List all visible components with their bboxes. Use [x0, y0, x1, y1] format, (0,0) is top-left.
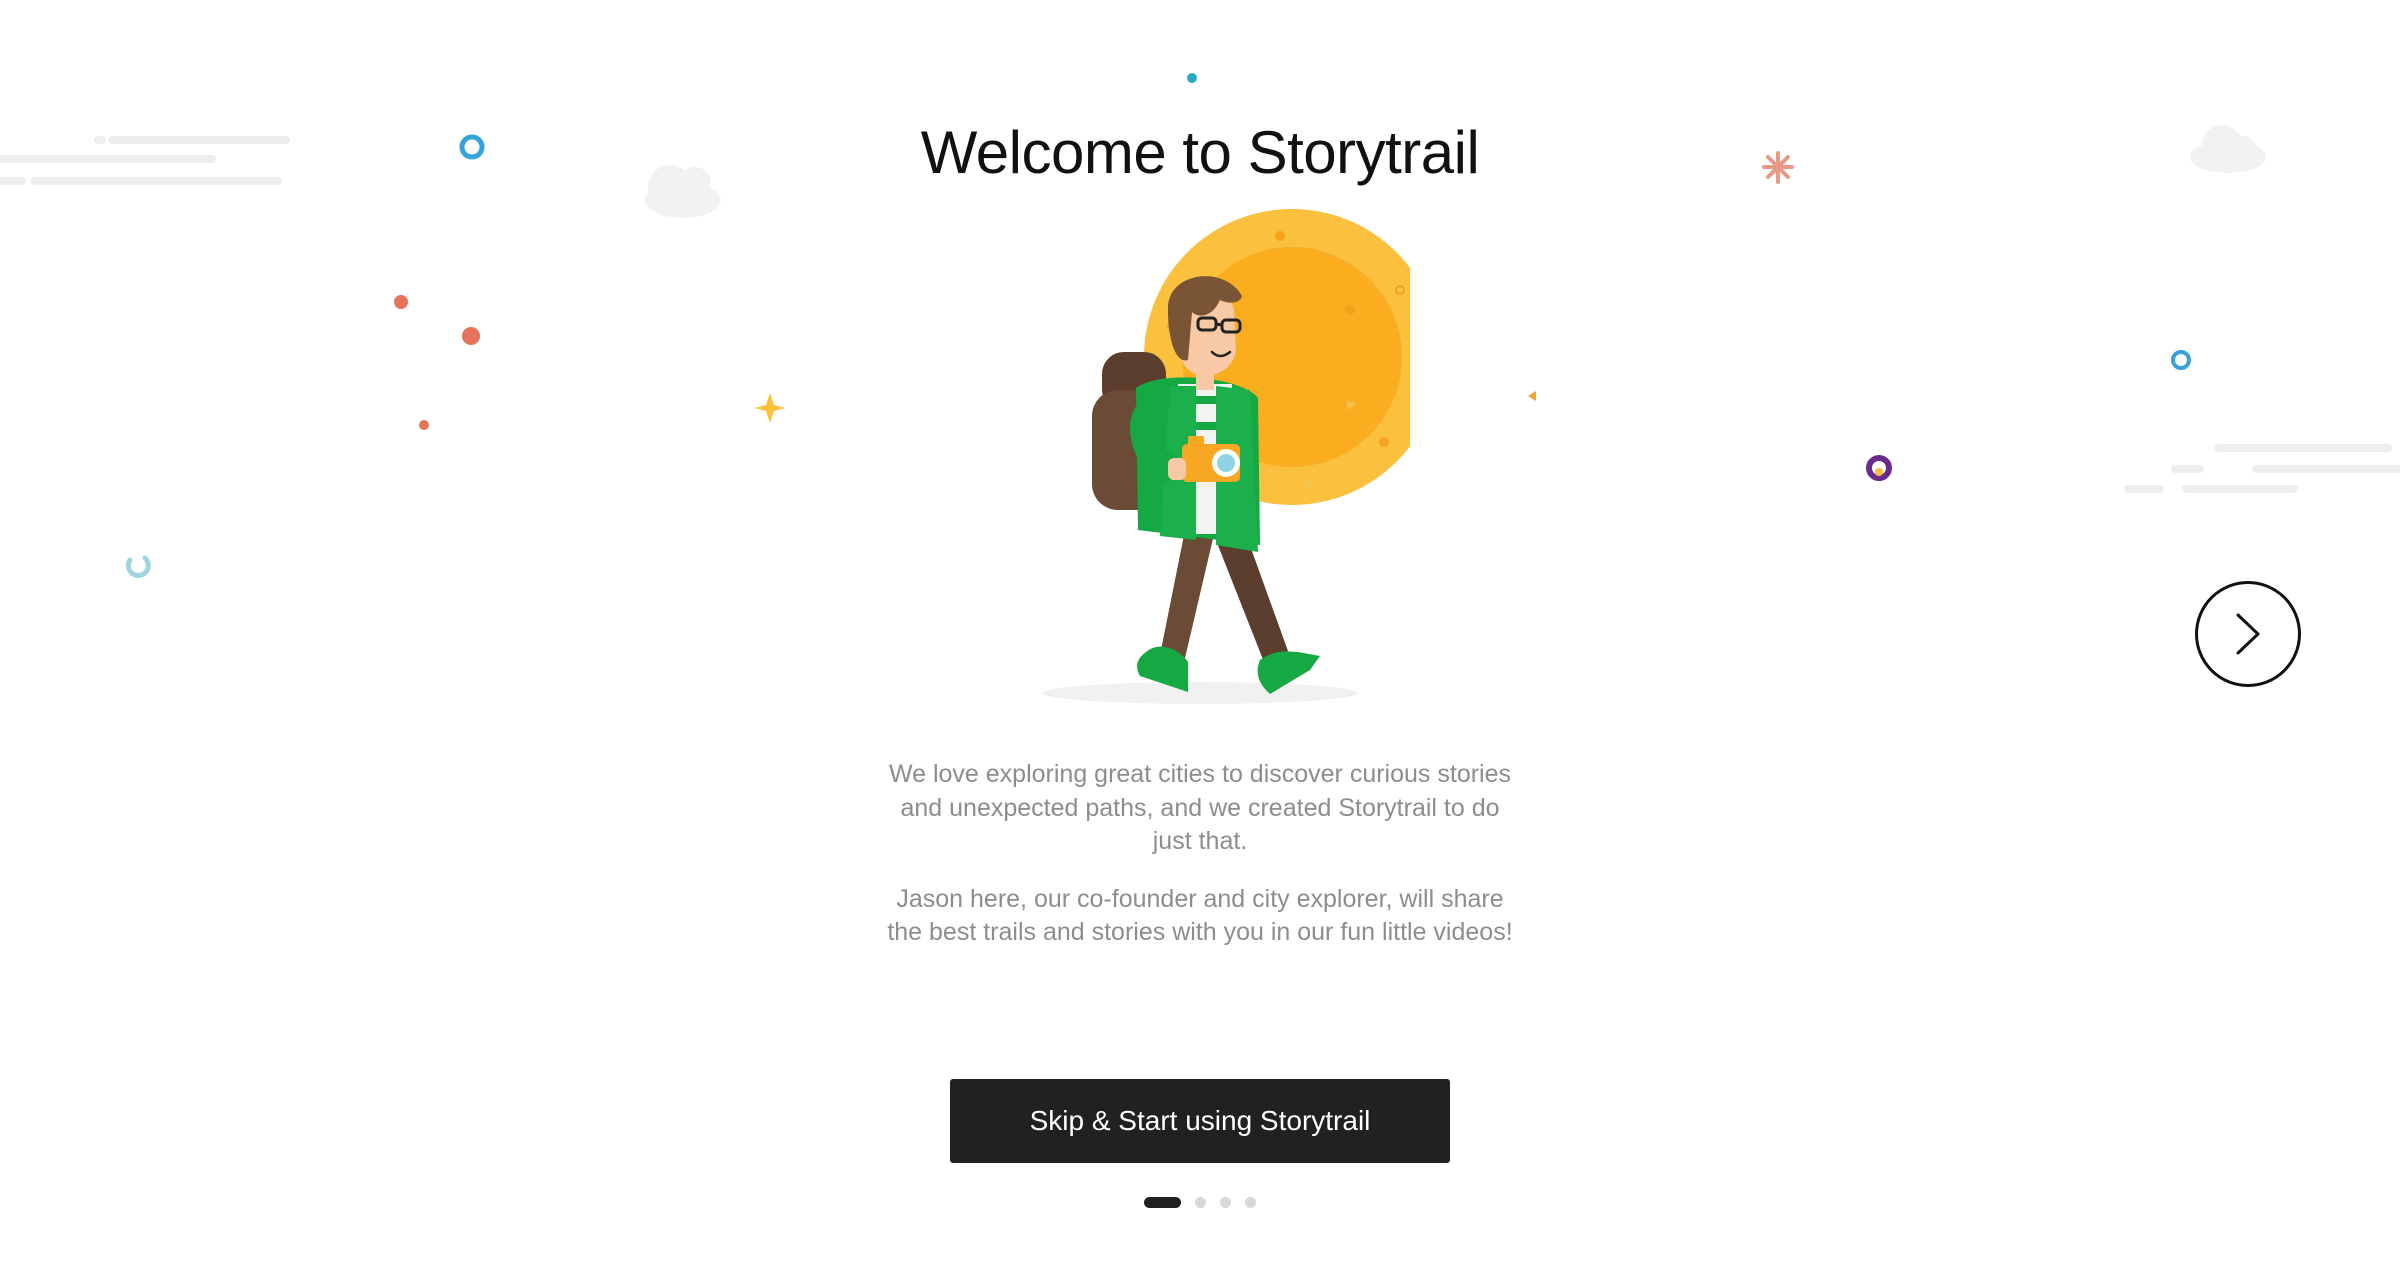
sparkle-yellow-icon [754, 393, 786, 423]
intro-text: We love exploring great cities to discov… [880, 758, 1520, 974]
ring-partial-teal-icon [125, 555, 151, 578]
dot-teal-icon [1187, 73, 1197, 83]
intro-paragraph: We love exploring great cities to discov… [888, 760, 1512, 855]
speed-lines-right [2124, 444, 2400, 493]
ring-blue-icon [2171, 350, 2191, 370]
triangle-orange-icon [1528, 391, 1536, 401]
next-slide-button[interactable] [2195, 581, 2301, 687]
intro-paragraph: Jason here, our co-founder and city expl… [887, 884, 1513, 947]
dot-coral-icon [462, 327, 480, 345]
pagination-dot[interactable] [1245, 1197, 1256, 1208]
chevron-right-icon [2236, 613, 2260, 655]
slide-pagination [0, 1197, 2400, 1208]
pagination-dot[interactable] [1195, 1197, 1206, 1208]
pagination-dot[interactable] [1144, 1197, 1181, 1208]
page-title: Welcome to Storytrail [920, 119, 1480, 186]
pagination-dot[interactable] [1220, 1197, 1231, 1208]
traveler-illustration [1042, 209, 1410, 704]
dot-coral-icon [419, 420, 429, 430]
dot-coral-icon [394, 295, 408, 309]
skip-start-button[interactable]: Skip & Start using Storytrail [950, 1079, 1450, 1163]
